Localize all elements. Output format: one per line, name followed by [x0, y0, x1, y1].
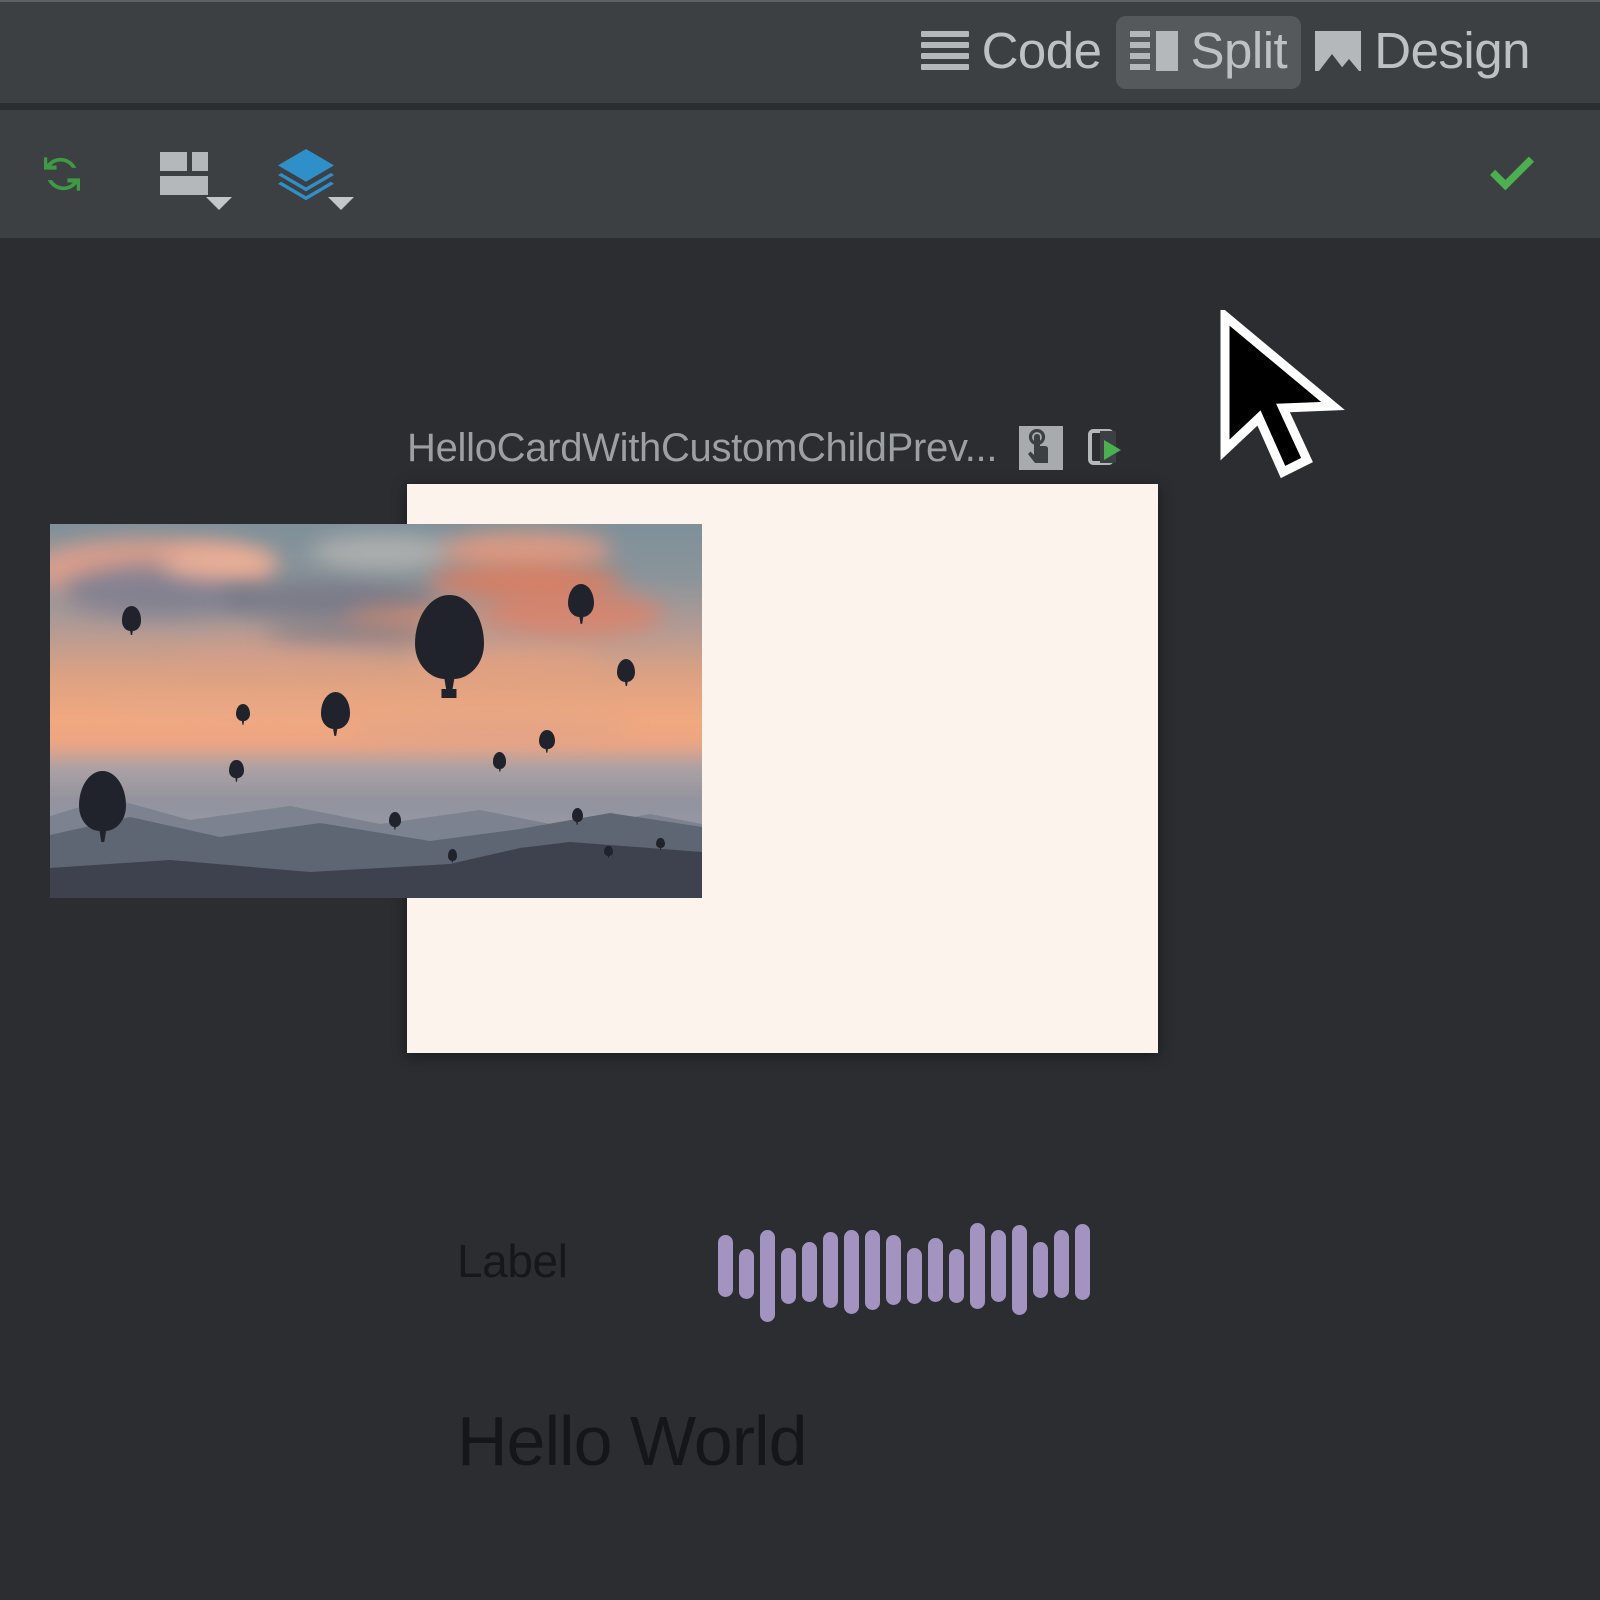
refresh-icon	[44, 157, 80, 191]
editor-mode-bar: Code Split Design	[0, 0, 1600, 103]
toolbar-left-group	[0, 142, 354, 210]
image-icon	[1315, 30, 1362, 71]
waveform-bar	[1075, 1224, 1090, 1300]
preview-canvas[interactable]: HelloCardWithCustomChildPrev... Label He…	[0, 238, 1600, 1600]
split-panel-icon	[1129, 30, 1178, 71]
waveform-bar	[886, 1235, 901, 1305]
balloon	[604, 845, 613, 857]
balloon	[656, 838, 665, 849]
balloon	[493, 752, 507, 769]
card-headline: Hello World	[457, 1402, 807, 1480]
refresh-button[interactable]	[30, 142, 94, 206]
balloon	[229, 759, 244, 779]
preview-header: HelloCardWithCustomChildPrev...	[407, 426, 1129, 470]
balloon	[121, 606, 142, 631]
waveform-bar	[718, 1235, 733, 1297]
preview-action-toolbar	[0, 110, 1600, 238]
mode-tab-design-label: Design	[1374, 22, 1530, 79]
card-hero-image	[50, 524, 702, 898]
card-label: Label	[457, 1235, 568, 1287]
view-layout-button[interactable]	[152, 142, 232, 210]
balloon	[389, 811, 401, 827]
cloud	[310, 535, 455, 569]
deploy-to-device-button[interactable]	[1085, 426, 1129, 470]
cloud	[441, 531, 611, 569]
waveform-bar	[781, 1248, 796, 1304]
preview-name-label: HelloCardWithCustomChildPrev...	[407, 426, 998, 470]
balloon	[571, 808, 583, 823]
audio-waveform[interactable]	[718, 1213, 1098, 1323]
view-layout-icon	[160, 152, 208, 196]
balloon	[235, 703, 251, 722]
cloud	[160, 546, 279, 581]
mode-tab-split-label: Split	[1190, 22, 1288, 79]
code-lines-icon	[920, 30, 969, 71]
layers-button[interactable]	[274, 142, 354, 210]
deploy-to-device-icon	[1088, 429, 1122, 465]
waveform-bar	[739, 1249, 754, 1299]
mode-tab-design[interactable]: Design	[1301, 16, 1544, 89]
touch-pointer-icon	[1028, 429, 1049, 463]
cloud	[167, 647, 390, 670]
compose-preview-window: Code Split Design HelloCardWithCustomChi…	[0, 0, 1600, 1600]
layers-icon	[278, 149, 334, 201]
mode-tab-code-label: Code	[981, 22, 1102, 79]
mode-tab-split[interactable]: Split	[1115, 16, 1302, 89]
toolbar-right-group	[1480, 142, 1600, 206]
balloon	[415, 595, 484, 680]
waveform-bar	[844, 1230, 859, 1314]
balloon	[539, 729, 555, 750]
waveform-bar	[865, 1230, 880, 1310]
waveform-bar	[928, 1238, 943, 1302]
waveform-bar	[949, 1249, 964, 1303]
waveform-bar	[802, 1242, 817, 1302]
waveform-bar	[1012, 1225, 1027, 1315]
waveform-bar	[970, 1223, 985, 1309]
check-icon	[1490, 156, 1534, 191]
balloon	[320, 692, 350, 729]
mouse-pointer	[1220, 310, 1345, 479]
toolbar-divider	[0, 103, 1600, 110]
chevron-down-icon[interactable]	[206, 197, 232, 210]
waveform-bar	[1033, 1242, 1048, 1298]
waveform-bar	[1054, 1230, 1069, 1298]
waveform-bar	[991, 1230, 1006, 1302]
balloon	[447, 849, 457, 861]
waveform-bar	[907, 1248, 922, 1304]
interactive-mode-button[interactable]	[1019, 426, 1064, 470]
build-status-button[interactable]	[1480, 142, 1544, 206]
waveform-bar	[760, 1230, 775, 1322]
mode-tab-code[interactable]: Code	[907, 16, 1116, 89]
chevron-down-icon[interactable]	[328, 197, 354, 210]
waveform-bar	[823, 1232, 838, 1308]
